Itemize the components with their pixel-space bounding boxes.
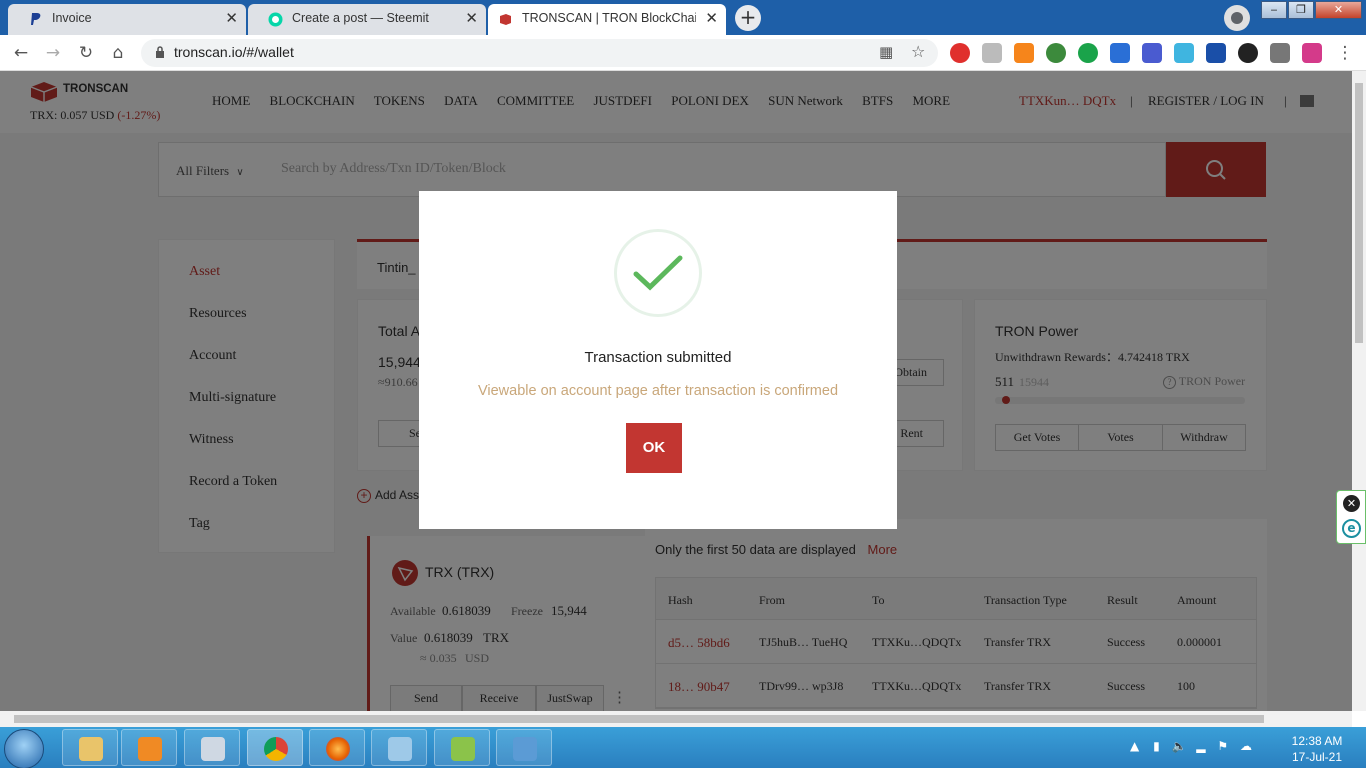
- paypal-icon: [31, 13, 41, 25]
- transaction-submitted-dialog: Transaction submitted Viewable on accoun…: [419, 191, 897, 529]
- calculator-icon: [201, 737, 225, 761]
- tab-invoice[interactable]: Invoice ✕: [8, 4, 246, 35]
- tab-search-icon[interactable]: [1224, 5, 1250, 31]
- browser-tab-strip: Invoice ✕ Create a post — Steemit ✕ TRON…: [0, 0, 1366, 35]
- firefox-icon: [326, 737, 350, 761]
- taskbar-chrome[interactable]: [247, 729, 303, 766]
- tab-title: Create a post — Steemit: [292, 11, 429, 25]
- minimize-button[interactable]: ‒: [1261, 1, 1287, 19]
- taskbar-notepad[interactable]: [371, 729, 427, 766]
- ok-button[interactable]: OK: [626, 423, 682, 473]
- dialog-title: Transaction submitted: [584, 349, 732, 366]
- tab-title: Invoice: [52, 11, 92, 25]
- bookmark-star-icon[interactable]: ☆: [911, 42, 925, 61]
- new-tab-button[interactable]: +: [735, 5, 761, 31]
- photo-viewer-icon: [513, 737, 537, 761]
- user-extension-icon[interactable]: [1110, 43, 1130, 63]
- globe-extension-icon[interactable]: [1046, 43, 1066, 63]
- taskbar-firefox[interactable]: [309, 729, 365, 766]
- close-icon[interactable]: ✕: [705, 9, 718, 27]
- close-icon[interactable]: ✕: [465, 9, 478, 27]
- forward-icon[interactable]: →: [42, 42, 64, 64]
- taskbar-media-player[interactable]: [121, 729, 177, 766]
- scroll-thumb[interactable]: [1355, 83, 1363, 343]
- tab-title: TRONSCAN | TRON BlockChain E: [522, 11, 696, 25]
- device-icon[interactable]: ▮: [1153, 739, 1160, 753]
- tronscan-favicon-icon: [500, 14, 511, 25]
- start-button[interactable]: [4, 729, 44, 768]
- clock-time: 12:38 AM: [1291, 734, 1343, 748]
- extension-qr-icon[interactable]: [982, 43, 1002, 63]
- cloud-extension-icon[interactable]: [1174, 43, 1194, 63]
- home-icon[interactable]: ⌂: [107, 42, 129, 64]
- horizontal-scrollbar[interactable]: [0, 711, 1352, 727]
- volume-icon[interactable]: 🔈: [1172, 739, 1187, 753]
- success-check-icon: [614, 229, 702, 317]
- profile-avatar-icon[interactable]: [1302, 43, 1322, 63]
- taskbar-clock[interactable]: 12:38 AM 17-Jul-21: [1282, 733, 1352, 765]
- tab-tronscan[interactable]: TRONSCAN | TRON BlockChain E ✕: [488, 4, 726, 35]
- clock-date: 17-Jul-21: [1291, 750, 1343, 764]
- floating-side-widget: ✕ e: [1336, 490, 1366, 544]
- qr-code-icon[interactable]: ▦: [879, 43, 893, 61]
- taskbar-calculator[interactable]: [184, 729, 240, 766]
- tray-expand-icon[interactable]: ▲: [1130, 739, 1139, 753]
- browser-toolbar: ← → ↻ ⌂ tronscan.io/#/wallet ▦ ☆ ⋮: [0, 35, 1366, 71]
- edge-extension-icon[interactable]: e: [1342, 519, 1361, 538]
- puzzle-extensions-icon[interactable]: [1270, 43, 1290, 63]
- reload-icon[interactable]: ↻: [75, 42, 97, 64]
- record-extension-icon[interactable]: [1238, 43, 1258, 63]
- tab-steemit[interactable]: Create a post — Steemit ✕: [248, 4, 486, 35]
- media-player-icon: [138, 737, 162, 761]
- lock-icon: [156, 46, 164, 58]
- close-icon[interactable]: ✕: [1343, 495, 1360, 512]
- chrome-icon: [264, 737, 288, 761]
- network-icon[interactable]: ▂: [1196, 739, 1205, 753]
- taskbar-explorer[interactable]: [62, 729, 118, 766]
- cloud-upload-icon[interactable]: ☁: [1240, 739, 1252, 753]
- url-text: tronscan.io/#/wallet: [174, 44, 294, 60]
- scroll-thumb[interactable]: [14, 715, 1264, 723]
- steemit-icon: [268, 12, 283, 27]
- dialog-message: Viewable on account page after transacti…: [477, 383, 839, 399]
- language-extension-icon[interactable]: [1206, 43, 1226, 63]
- link-extension-icon[interactable]: [1142, 43, 1162, 63]
- taskbar-photo-viewer[interactable]: [496, 729, 552, 766]
- window-close-button[interactable]: ✕: [1315, 1, 1362, 19]
- notepad-icon: [388, 737, 412, 761]
- close-icon[interactable]: ✕: [225, 9, 238, 27]
- back-icon[interactable]: ←: [10, 42, 32, 64]
- tronscan-page: TRONSCAN TRX: 0.057 USD (-1.27%) HOME BL…: [0, 71, 1352, 711]
- windows-taskbar: ▲ ▮ 🔈 ▂ ⚑ ☁ 12:38 AM 17-Jul-21: [0, 727, 1366, 768]
- system-tray: ▲ ▮ 🔈 ▂ ⚑ ☁: [1130, 739, 1252, 753]
- folder-icon: [79, 737, 103, 761]
- taskbar-paint[interactable]: [434, 729, 490, 766]
- paint-icon: [451, 737, 475, 761]
- maximize-button[interactable]: ❐: [1288, 1, 1314, 19]
- check-extension-icon[interactable]: [1078, 43, 1098, 63]
- metamask-icon[interactable]: [1014, 43, 1034, 63]
- action-center-icon[interactable]: ⚑: [1217, 739, 1228, 753]
- adblock-icon[interactable]: [950, 43, 970, 63]
- address-bar[interactable]: tronscan.io/#/wallet ▦ ☆: [141, 39, 938, 67]
- menu-kebab-icon[interactable]: ⋮: [1334, 42, 1356, 64]
- vertical-scrollbar[interactable]: [1352, 71, 1366, 711]
